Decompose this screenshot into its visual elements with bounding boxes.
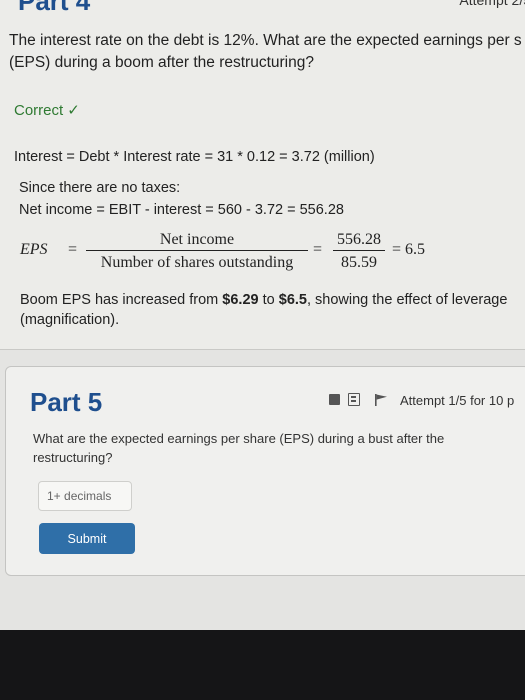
conclusion-pre: Boom EPS has increased from — [20, 292, 223, 308]
formula-equals: = — [68, 241, 78, 258]
feedback-status-label: Correct — [14, 102, 64, 119]
calculator-icon[interactable] — [348, 393, 360, 406]
submit-button[interactable]: Submit — [39, 523, 135, 554]
formula-equals-2: = — [313, 241, 323, 258]
net-income-line: Net income = EBIT - interest = 560 - 3.7… — [19, 202, 344, 218]
part5-question: What are the expected earnings per share… — [33, 431, 445, 465]
part4-question-line1: The interest rate on the debt is 12%. Wh… — [9, 32, 522, 49]
conclusion-from: $6.29 — [222, 292, 259, 308]
check-icon: ✓ — [67, 102, 80, 119]
part4-attempt: Attempt 2/5 — [459, 0, 525, 8]
formula-result: = 6.5 — [392, 241, 426, 258]
conclusion-mid: to — [258, 292, 279, 308]
part4-card: Part 4 Attempt 2/5 The interest rate on … — [0, 0, 525, 350]
part4-heading: Part 4 — [18, 0, 91, 16]
conclusion-text: Boom EPS has increased from $6.29 to $6.… — [20, 290, 520, 330]
formula-numerator-text: Net income — [86, 229, 308, 251]
flag-icon[interactable] — [374, 394, 388, 406]
formula-denominator-value: 85.59 — [341, 254, 377, 271]
interest-line: Interest = Debt * Interest rate = 31 * 0… — [14, 149, 375, 165]
conclusion-to: $6.5 — [278, 292, 307, 308]
formula-numerator-value: 556.28 — [333, 229, 385, 251]
part5-heading: Part 5 — [30, 387, 103, 417]
feedback-status: Correct ✓ — [14, 101, 80, 119]
no-taxes-line: Since there are no taxes: — [19, 180, 181, 196]
part4-question: The interest rate on the debt is 12%. Wh… — [9, 30, 525, 74]
grade-icon[interactable] — [329, 394, 340, 405]
screen: Part 4 Attempt 2/5 The interest rate on … — [0, 0, 525, 630]
answer-input[interactable] — [38, 481, 132, 511]
attempt-counter: Attempt 1/5 for 10 p — [400, 393, 515, 408]
formula-denominator-text: Number of shares outstanding — [100, 254, 294, 271]
formula-lhs: EPS — [20, 241, 48, 258]
screen-bezel — [0, 630, 525, 700]
formula-fraction-values: 556.28 85.59 — [333, 229, 385, 273]
part5-card: Part 5 Attempt 1/5 for 10 p What are the… — [5, 366, 525, 576]
eps-formula: EPS = Net income Number of shares outsta… — [20, 229, 490, 279]
formula-fraction-text: Net income Number of shares outstanding — [86, 229, 308, 273]
part4-question-line2: (EPS) during a boom after the restructur… — [9, 54, 314, 71]
